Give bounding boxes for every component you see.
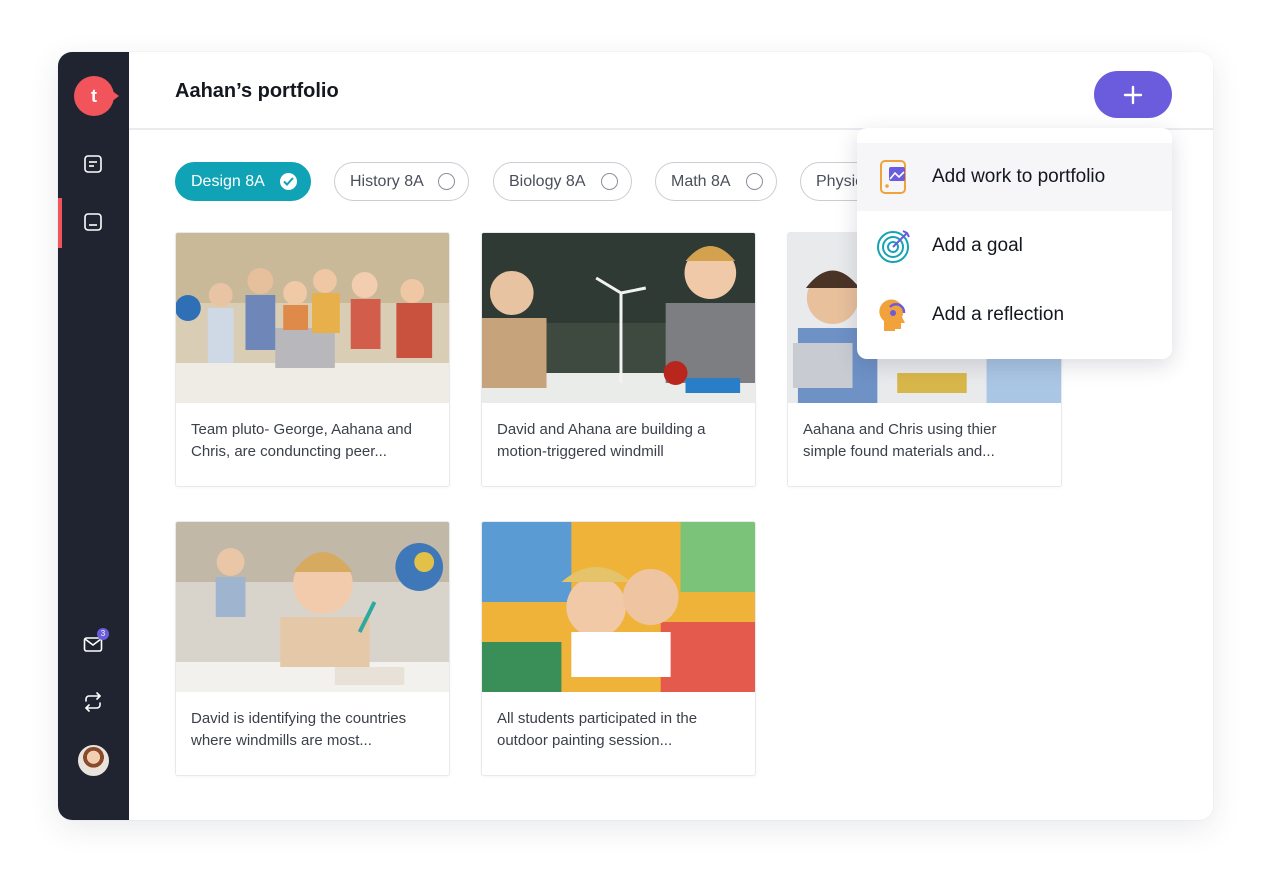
notebook-icon[interactable] bbox=[82, 211, 104, 233]
filter-chip-design-8a[interactable]: Design 8A bbox=[175, 162, 311, 201]
app-window: t 3 Aahan’s portfolio Design 8A History … bbox=[58, 52, 1213, 820]
card-caption: Aahana and Chris using thier simple found… bbox=[803, 421, 997, 460]
card-caption: David and Ahana are building a motion-tri… bbox=[497, 421, 706, 460]
filter-chip-label: Biology 8A bbox=[509, 172, 586, 190]
filter-chip-history-8a[interactable]: History 8A bbox=[334, 162, 469, 201]
filter-chip-label: Math 8A bbox=[671, 172, 731, 190]
avatar[interactable] bbox=[78, 745, 109, 776]
card-caption: Team pluto- George, Aahana and Chris, are… bbox=[191, 421, 412, 460]
radio-icon bbox=[746, 173, 763, 190]
portfolio-card[interactable]: All students participated in the outdoor … bbox=[481, 521, 756, 776]
add-button[interactable] bbox=[1094, 71, 1172, 118]
mail-badge: 3 bbox=[97, 628, 109, 640]
radio-icon bbox=[601, 173, 618, 190]
logo[interactable]: t bbox=[74, 76, 119, 116]
document-icon[interactable] bbox=[82, 153, 104, 175]
radio-icon bbox=[438, 173, 455, 190]
page-title: Aahan’s portfolio bbox=[175, 80, 339, 102]
card-caption: David is identifying the countries where … bbox=[191, 710, 407, 749]
portfolio-card[interactable]: David is identifying the countries where … bbox=[175, 521, 450, 776]
filter-chip-label: Design 8A bbox=[191, 172, 265, 190]
filter-chip-label: History 8A bbox=[350, 172, 424, 190]
repeat-icon[interactable] bbox=[82, 691, 104, 713]
menu-item-add-goal[interactable]: Add a goal bbox=[857, 212, 1172, 280]
check-icon bbox=[280, 173, 297, 190]
target-icon bbox=[877, 230, 910, 263]
plus-icon bbox=[1123, 85, 1143, 104]
card-photo bbox=[176, 233, 449, 403]
card-photo bbox=[482, 233, 755, 403]
card-photo bbox=[176, 522, 449, 692]
card-caption: All students participated in the outdoor … bbox=[497, 710, 698, 749]
sidebar: t 3 bbox=[58, 52, 129, 820]
logo-letter: t bbox=[91, 85, 97, 106]
image-upload-icon bbox=[880, 160, 906, 194]
menu-item-label: Add a goal bbox=[932, 235, 1023, 256]
menu-item-label: Add work to portfolio bbox=[932, 166, 1106, 187]
portfolio-card[interactable]: David and Ahana are building a motion-tri… bbox=[481, 232, 756, 487]
mail-icon[interactable]: 3 bbox=[82, 628, 109, 655]
menu-item-add-reflection[interactable]: Add a reflection bbox=[857, 281, 1172, 349]
menu-item-label: Add a reflection bbox=[932, 304, 1065, 325]
portfolio-card[interactable]: Team pluto- George, Aahana and Chris, are… bbox=[175, 232, 450, 487]
active-nav-indicator bbox=[58, 198, 62, 248]
add-menu: Add work to portfolio Add a goal Add a r… bbox=[857, 128, 1172, 359]
menu-item-add-work[interactable]: Add work to portfolio bbox=[857, 143, 1172, 211]
filter-chip-math-8a[interactable]: Math 8A bbox=[655, 162, 777, 201]
header: Aahan’s portfolio bbox=[129, 52, 1213, 130]
head-reflection-icon bbox=[879, 299, 906, 331]
card-photo bbox=[482, 522, 755, 692]
filter-chip-biology-8a[interactable]: Biology 8A bbox=[493, 162, 632, 201]
